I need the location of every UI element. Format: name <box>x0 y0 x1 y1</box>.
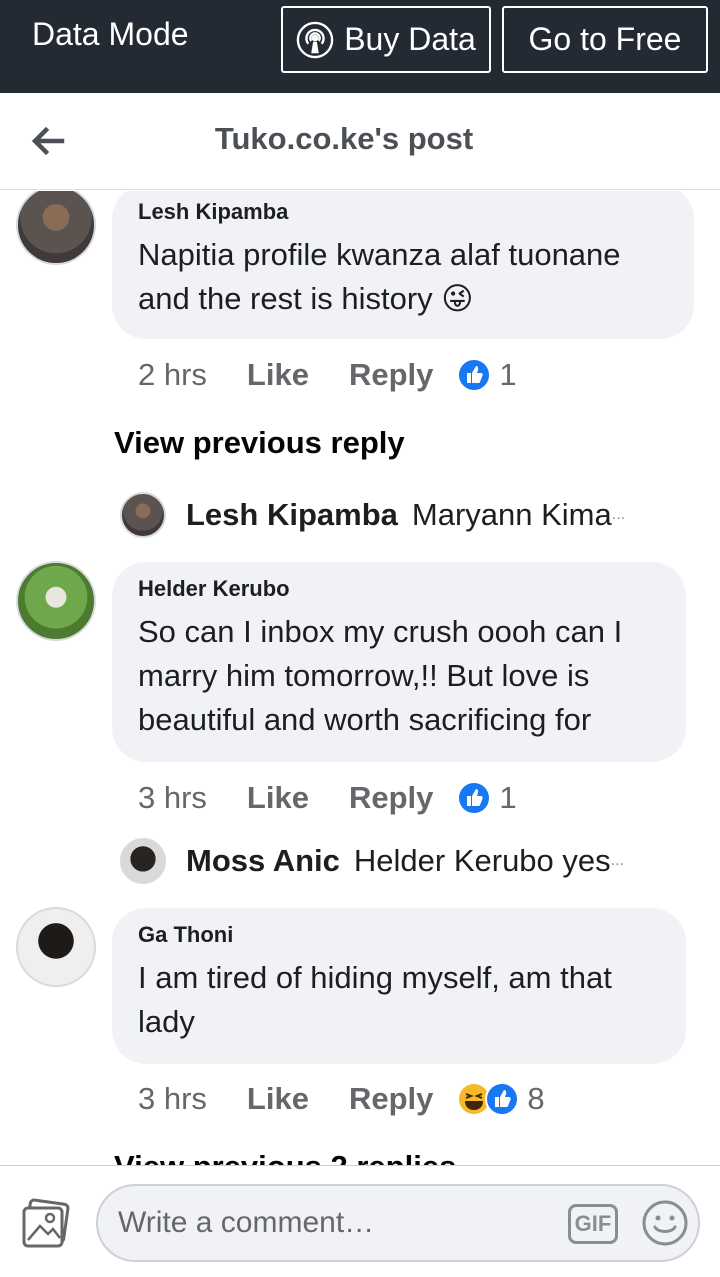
like-reaction-icon <box>457 358 492 392</box>
go-to-free-button[interactable]: Go to Free <box>502 6 708 73</box>
like-button[interactable]: Like <box>247 780 309 816</box>
like-button[interactable]: Like <box>247 357 309 393</box>
like-button[interactable]: Like <box>247 1081 309 1117</box>
smiley-icon[interactable] <box>640 1198 690 1248</box>
view-previous-replies-link[interactable]: View previous 2 replies <box>114 1149 456 1165</box>
comment-actions: 3 hrs Like Reply 8 <box>138 1079 545 1119</box>
comment-text: So can I inbox my crush oooh can I marry… <box>138 614 623 737</box>
comment-actions: 2 hrs Like Reply 1 <box>138 355 517 395</box>
go-to-free-label: Go to Free <box>528 21 682 57</box>
buy-data-button[interactable]: Buy Data <box>281 6 491 73</box>
comment-bubble[interactable]: Lesh Kipamba Napitia profile kwanza alaf… <box>112 191 694 339</box>
comment-author[interactable]: Lesh Kipamba <box>138 199 668 225</box>
comment-text: Napitia profile kwanza alaf tuonane and … <box>138 237 621 316</box>
reaction-summary[interactable]: 8 <box>457 1081 545 1117</box>
comment-composer: Write a comment… GIF <box>0 1165 720 1277</box>
reaction-summary[interactable]: 1 <box>457 780 517 816</box>
comments-feed[interactable]: Lesh Kipamba Napitia profile kwanza alaf… <box>0 191 720 1165</box>
reply-preview[interactable]: Moss Anic Helder Kerubo yes ... <box>120 837 680 885</box>
reply-ellipsis: ... <box>610 852 624 869</box>
reaction-count: 1 <box>499 780 517 815</box>
comment-bubble[interactable]: Helder Kerubo So can I inbox my crush oo… <box>112 562 686 762</box>
buy-data-label: Buy Data <box>344 21 476 57</box>
comment-time[interactable]: 3 hrs <box>138 1081 207 1117</box>
comment-input[interactable]: Write a comment… GIF <box>96 1184 700 1262</box>
post-header: Tuko.co.ke's post <box>0 93 720 190</box>
reply-button[interactable]: Reply <box>349 780 433 816</box>
reply-preview[interactable]: Lesh Kipamba Maryann Kima ... <box>120 491 680 539</box>
comment-placeholder: Write a comment… <box>118 1206 375 1239</box>
view-previous-reply-link[interactable]: View previous reply <box>114 425 405 461</box>
broadcast-icon <box>296 21 334 58</box>
comment-time[interactable]: 2 hrs <box>138 357 207 393</box>
reply-author: Lesh Kipamba <box>186 497 398 532</box>
reply-snippet: Maryann Kima <box>411 497 612 532</box>
avatar[interactable] <box>16 907 96 987</box>
reply-button[interactable]: Reply <box>349 1081 433 1117</box>
comment-author[interactable]: Helder Kerubo <box>138 576 660 602</box>
haha-reaction-icon <box>457 1082 520 1116</box>
data-mode-label: Data Mode <box>32 16 189 52</box>
page-title: Tuko.co.ke's post <box>214 121 474 156</box>
reply-snippet: Helder Kerubo yes <box>353 843 611 878</box>
reply-button[interactable]: Reply <box>349 357 433 393</box>
avatar[interactable] <box>16 191 96 265</box>
gif-icon[interactable]: GIF <box>568 1204 618 1244</box>
reaction-summary[interactable]: 1 <box>457 357 517 393</box>
photo-icon[interactable] <box>20 1198 72 1250</box>
avatar <box>120 492 166 538</box>
reaction-count: 8 <box>527 1081 545 1116</box>
comment-text: I am tired of hiding myself, am that lad… <box>138 960 612 1039</box>
avatar[interactable] <box>16 561 96 641</box>
like-reaction-icon <box>457 781 492 815</box>
reply-ellipsis: ... <box>611 506 626 523</box>
comment-time[interactable]: 3 hrs <box>138 780 207 816</box>
comment-bubble[interactable]: Ga Thoni I am tired of hiding myself, am… <box>112 908 686 1064</box>
comment-author[interactable]: Ga Thoni <box>138 922 660 948</box>
data-mode-bar: Data Mode Buy Data Go to Free <box>0 0 720 93</box>
reaction-count: 1 <box>499 357 517 392</box>
comment-actions: 3 hrs Like Reply 1 <box>138 778 517 818</box>
reply-author: Moss Anic <box>186 843 340 878</box>
avatar <box>120 838 166 884</box>
